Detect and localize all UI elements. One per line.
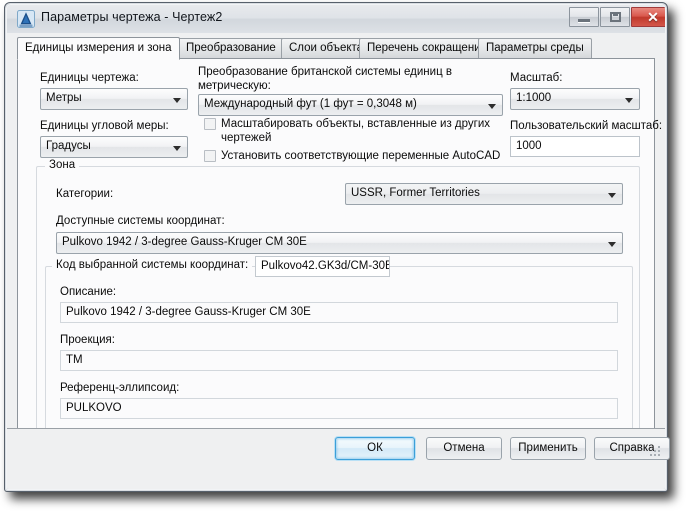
title-bar[interactable]: Параметры чертежа - Чертеж2 ✕: [7, 5, 665, 33]
ellipsoid-label: Референц-эллипсоид:: [60, 382, 180, 394]
selected-coordinate-system-group: Код выбранной системы координат: Pulkovo…: [45, 256, 633, 444]
conversion-value: Международный фут (1 фут = 0,3048 м): [204, 98, 417, 110]
selected-code-label: Код выбранной системы координат:: [52, 259, 253, 271]
zone-group-title: Зона: [45, 159, 80, 171]
chevron-down-icon: [608, 242, 616, 247]
available-coordinate-systems-combo[interactable]: Pulkovo 1942 / 3-degree Gauss-Kruger CM …: [56, 232, 623, 254]
chevron-down-icon: [173, 98, 181, 103]
minimize-button[interactable]: [569, 7, 599, 27]
categories-combo[interactable]: USSR, Former Territories: [345, 183, 623, 205]
description-label: Описание:: [60, 286, 117, 298]
maximize-icon: [610, 12, 621, 22]
conversion-combo[interactable]: Международный фут (1 фут = 0,3048 м): [198, 94, 503, 116]
apply-button[interactable]: Применить: [510, 437, 586, 460]
projection-label: Проекция:: [60, 334, 115, 346]
drawing-units-label: Единицы чертежа:: [40, 72, 139, 84]
angular-units-combo[interactable]: Градусы: [40, 136, 188, 158]
selected-code-input[interactable]: Pulkovo42.GK3d/CM-30E: [255, 256, 390, 277]
categories-label: Категории:: [56, 188, 114, 200]
tab-strip: Единицы измерения и зона Преобразование …: [17, 37, 655, 60]
close-button[interactable]: ✕: [631, 7, 665, 27]
tab-abbreviations[interactable]: Перечень сокращений: [359, 38, 496, 59]
scale-combo[interactable]: 1:1000: [510, 88, 640, 110]
scale-value: 1:1000: [516, 92, 552, 104]
conversion-label: Преобразование британской системы единиц…: [198, 66, 452, 92]
angular-units-label: Единицы угловой меры:: [40, 120, 169, 132]
set-autocad-variables-checkbox-row[interactable]: Установить соответствующие переменные Au…: [204, 149, 514, 163]
maximize-button[interactable]: [600, 7, 630, 27]
description-field: Pulkovo 1942 / 3-degree Gauss-Kruger CM …: [60, 302, 618, 323]
chevron-down-icon: [488, 104, 496, 109]
set-autocad-variables-label: Установить соответствующие переменные Au…: [221, 150, 501, 162]
angular-units-value: Градусы: [46, 140, 91, 152]
cancel-button[interactable]: Отмена: [426, 437, 502, 460]
chevron-down-icon: [625, 98, 633, 103]
dialog-window: Параметры чертежа - Чертеж2 ✕ Единицы из…: [4, 2, 670, 492]
drawing-units-combo[interactable]: Метры: [40, 88, 188, 110]
tab-panel-units-and-zone: Единицы чертежа: Метры Единицы угловой м…: [17, 58, 662, 455]
autocad-a-icon: [17, 10, 35, 28]
scale-inserted-objects-checkbox-row[interactable]: Масштабировать объекты, вставленные из д…: [204, 117, 504, 145]
close-icon: ✕: [647, 9, 659, 25]
dialog-footer: ОК Отмена Применить Справка: [7, 428, 670, 460]
tab-units-and-zone[interactable]: Единицы измерения и зона: [17, 37, 180, 60]
categories-value: USSR, Former Territories: [351, 187, 480, 199]
zone-group: Зона Категории: USSR, Former Territories…: [36, 159, 640, 451]
scale-inserted-objects-label: Масштабировать объекты, вставленные из д…: [221, 118, 491, 144]
window-title: Параметры чертежа - Чертеж2: [41, 10, 223, 24]
scale-label: Масштаб:: [510, 72, 563, 84]
scale-inserted-objects-checkbox[interactable]: [204, 118, 216, 130]
chevron-down-icon: [608, 193, 616, 198]
available-coordinate-systems-value: Pulkovo 1942 / 3-degree Gauss-Kruger CM …: [62, 236, 307, 248]
tab-environment[interactable]: Параметры среды: [478, 38, 592, 59]
chevron-down-icon: [173, 146, 181, 151]
ok-button[interactable]: ОК: [335, 437, 415, 460]
projection-field: TM: [60, 350, 618, 371]
minimize-icon: [578, 19, 590, 23]
resize-grip[interactable]: [649, 445, 662, 458]
dialog-client: Единицы измерения и зона Преобразование …: [7, 33, 665, 489]
tab-transformation[interactable]: Преобразование: [178, 38, 284, 59]
custom-scale-label: Пользовательский масштаб:: [510, 120, 663, 132]
ellipsoid-field: PULKOVO: [60, 398, 618, 419]
drawing-units-value: Метры: [46, 92, 82, 104]
custom-scale-input[interactable]: 1000: [510, 136, 640, 157]
set-autocad-variables-checkbox[interactable]: [204, 150, 216, 162]
available-coordinate-systems-label: Доступные системы координат:: [56, 215, 225, 227]
tab-object-layers[interactable]: Слои объекта: [281, 38, 372, 59]
